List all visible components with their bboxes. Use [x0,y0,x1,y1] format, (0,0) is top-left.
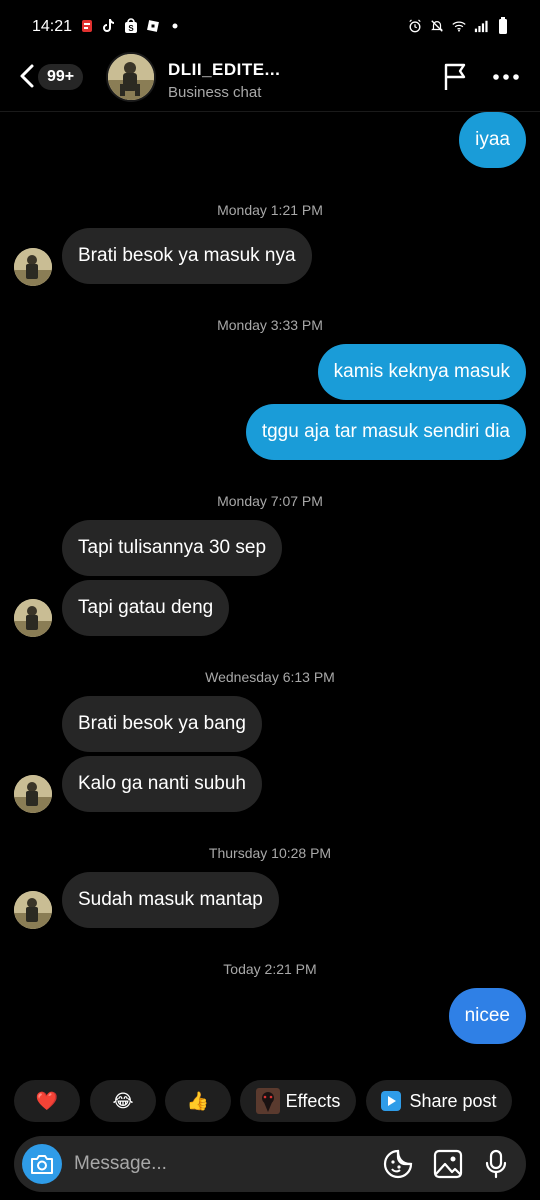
heart-icon: ❤️ [35,1090,59,1111]
message-incoming[interactable]: Tapi gatau deng [62,580,230,636]
svg-text:S: S [128,24,134,33]
alarm-icon [408,18,422,34]
effects-label: Effects [285,1090,341,1111]
roblox-icon [146,18,160,34]
message-incoming[interactable]: Tapi tulisannya 30 sep [62,520,283,576]
back-button[interactable] [16,62,40,90]
message-incoming[interactable]: Brati besok ya masuk nya [62,228,312,284]
status-left-icons: S [80,18,182,34]
status-bar: 14:21 S [0,0,540,56]
message-input[interactable] [74,1136,374,1192]
message-outgoing[interactable]: nicee [448,988,526,1044]
message-composer [14,1136,526,1192]
message-outgoing[interactable]: tggu aja tar masuk sendiri dia [245,404,526,460]
tiktok-icon [102,18,116,34]
message-timestamp: Monday 1:21 PM [217,202,323,218]
play-icon [381,1091,402,1111]
message-thread[interactable]: iyaa Monday 1:21 PM Brati besok ya masuk… [0,112,540,1072]
message-incoming[interactable]: Sudah masuk mantap [62,872,279,928]
message-timestamp: Today 2:21 PM [223,961,317,977]
sender-avatar[interactable] [14,599,52,637]
sender-avatar[interactable] [14,775,52,813]
flag-icon [444,63,466,90]
dot-icon [168,18,182,34]
share-post-button[interactable]: Share post [366,1080,512,1122]
report-button[interactable] [442,62,470,92]
sender-avatar[interactable] [14,248,52,286]
voice-message-button[interactable] [480,1148,512,1180]
chat-header: 99+ DLII_EDITE... Business chat [0,50,540,112]
thumbs-up-icon: 👍 [186,1090,210,1111]
camera-button[interactable] [22,1144,62,1184]
thumbs-up-reaction-button[interactable]: 👍 [165,1080,231,1122]
sticker-icon [383,1149,413,1179]
avatar[interactable] [106,52,156,102]
microphone-icon [485,1149,507,1179]
message-incoming[interactable]: Kalo ga nanti subuh [62,756,262,812]
message-timestamp: Monday 3:33 PM [217,317,323,333]
notification-app-icon [80,18,94,34]
sender-avatar[interactable] [14,891,52,929]
gallery-button[interactable] [432,1148,464,1180]
more-dots-icon [493,74,519,80]
message-timestamp: Wednesday 6:13 PM [205,669,335,685]
message-timestamp: Thursday 10:28 PM [208,845,332,861]
profile-picture [108,54,154,100]
sticker-button[interactable] [382,1148,414,1180]
sender-avatar-image [14,248,52,286]
more-options-button[interactable] [492,70,520,82]
message-timestamp: Monday 7:07 PM [217,493,323,509]
message-outgoing[interactable]: iyaa [459,112,526,168]
share-post-label: Share post [409,1090,497,1111]
contact-name[interactable]: DLII_EDITE... [168,60,280,80]
effects-thumbnail-icon [255,1088,280,1114]
chevron-left-icon [20,64,34,88]
heart-reaction-button[interactable]: ❤️ [14,1080,80,1122]
laugh-reaction-button[interactable]: 😂 [90,1080,156,1122]
signal-icon [474,18,488,34]
laughing-emoji-icon: 😂 [112,1090,134,1111]
message-outgoing[interactable]: kamis keknya masuk [317,344,526,400]
status-time: 14:21 [32,18,73,35]
camera-icon [31,1155,53,1174]
wifi-icon [452,18,466,34]
message-incoming[interactable]: Brati besok ya bang [62,696,262,752]
effects-button[interactable]: Effects [240,1080,356,1122]
unread-badge[interactable]: 99+ [38,64,84,90]
battery-icon [496,17,510,34]
shop-icon: S [124,18,138,34]
contact-subtitle: Business chat [168,84,262,101]
mute-icon [430,18,444,34]
image-icon [433,1149,463,1179]
sender-avatar-image [14,891,52,929]
sender-avatar-image [14,599,52,637]
status-right-icons [408,17,510,34]
quick-actions-bar: ❤️ 😂 👍 Effects Share post [0,1080,540,1122]
sender-avatar-image [14,775,52,813]
